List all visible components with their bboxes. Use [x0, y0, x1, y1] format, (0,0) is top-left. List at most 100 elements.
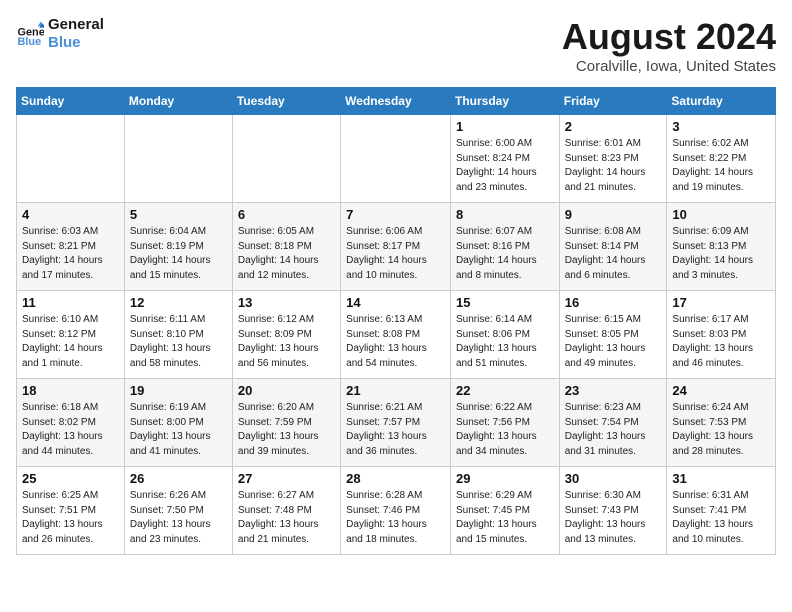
day-number: 24 [672, 383, 770, 398]
day-info: Sunrise: 6:23 AM Sunset: 7:54 PM Dayligh… [565, 401, 662, 459]
location: Coralville, Iowa, United States [562, 58, 776, 75]
day-number: 19 [130, 383, 227, 398]
calendar-cell: 2 Sunrise: 6:01 AM Sunset: 8:23 PM Daylig… [559, 115, 667, 203]
logo: General Blue General Blue [16, 16, 104, 52]
day-number: 17 [672, 295, 770, 310]
calendar-cell: 3 Sunrise: 6:02 AM Sunset: 8:22 PM Daylig… [667, 115, 776, 203]
weekday-header: Monday [124, 88, 232, 115]
day-info: Sunrise: 6:20 AM Sunset: 7:59 PM Dayligh… [238, 401, 335, 459]
calendar-cell: 5 Sunrise: 6:04 AM Sunset: 8:19 PM Daylig… [124, 203, 232, 291]
logo-line1: General [48, 16, 104, 34]
calendar-cell: 30Sunrise: 6:30 AM Sunset: 7:43 PM Dayli… [559, 467, 667, 555]
day-info: Sunrise: 6:12 AM Sunset: 8:09 PM Dayligh… [238, 313, 335, 371]
weekday-header: Friday [559, 88, 667, 115]
calendar-cell: 16 Sunrise: 6:15 AM Sunset: 8:05 PM Dayli… [559, 291, 667, 379]
weekday-header: Sunday [17, 88, 125, 115]
day-number: 6 [238, 207, 335, 222]
day-info: Sunrise: 6:02 AM Sunset: 8:22 PM Dayligh… [672, 137, 770, 195]
day-info: Sunrise: 6:10 AM Sunset: 8:12 PM Dayligh… [22, 313, 119, 371]
day-number: 8 [456, 207, 554, 222]
day-info: Sunrise: 6:25 AM Sunset: 7:51 PM Dayligh… [22, 489, 119, 547]
day-number: 7 [346, 207, 445, 222]
calendar-cell [341, 115, 451, 203]
calendar-cell: 26Sunrise: 6:26 AM Sunset: 7:50 PM Dayli… [124, 467, 232, 555]
day-number: 25 [22, 471, 119, 486]
svg-text:Blue: Blue [18, 36, 42, 48]
calendar-cell: 6 Sunrise: 6:05 AM Sunset: 8:18 PM Daylig… [232, 203, 340, 291]
calendar-cell: 25 Sunrise: 6:25 AM Sunset: 7:51 PM Dayli… [17, 467, 125, 555]
calendar-header-row: SundayMondayTuesdayWednesdayThursdayFrid… [17, 88, 776, 115]
calendar-cell: 1Sunrise: 6:00 AM Sunset: 8:24 PM Daylig… [450, 115, 559, 203]
day-number: 4 [22, 207, 119, 222]
calendar-week-row: 18 Sunrise: 6:18 AM Sunset: 8:02 PM Dayli… [17, 379, 776, 467]
weekday-header: Wednesday [341, 88, 451, 115]
day-info: Sunrise: 6:26 AM Sunset: 7:50 PM Dayligh… [130, 489, 227, 547]
calendar-cell: 29 Sunrise: 6:29 AM Sunset: 7:45 PM Dayli… [450, 467, 559, 555]
logo-line2: Blue [48, 34, 104, 52]
weekday-header: Saturday [667, 88, 776, 115]
day-info: Sunrise: 6:09 AM Sunset: 8:13 PM Dayligh… [672, 225, 770, 283]
day-number: 3 [672, 119, 770, 134]
calendar-table: SundayMondayTuesdayWednesdayThursdayFrid… [16, 87, 776, 555]
day-number: 23 [565, 383, 662, 398]
weekday-header: Thursday [450, 88, 559, 115]
weekday-header: Tuesday [232, 88, 340, 115]
day-info: Sunrise: 6:18 AM Sunset: 8:02 PM Dayligh… [22, 401, 119, 459]
day-info: Sunrise: 6:15 AM Sunset: 8:05 PM Dayligh… [565, 313, 662, 371]
day-info: Sunrise: 6:11 AM Sunset: 8:10 PM Dayligh… [130, 313, 227, 371]
calendar-cell: 7 Sunrise: 6:06 AM Sunset: 8:17 PM Daylig… [341, 203, 451, 291]
calendar-cell: 9 Sunrise: 6:08 AM Sunset: 8:14 PM Daylig… [559, 203, 667, 291]
day-number: 31 [672, 471, 770, 486]
day-info: Sunrise: 6:21 AM Sunset: 7:57 PM Dayligh… [346, 401, 445, 459]
day-info: Sunrise: 6:05 AM Sunset: 8:18 PM Dayligh… [238, 225, 335, 283]
day-number: 13 [238, 295, 335, 310]
calendar-cell [17, 115, 125, 203]
calendar-cell: 13 Sunrise: 6:12 AM Sunset: 8:09 PM Dayli… [232, 291, 340, 379]
calendar-cell: 8Sunrise: 6:07 AM Sunset: 8:16 PM Daylig… [450, 203, 559, 291]
title-section: August 2024 Coralville, Iowa, United Sta… [562, 16, 776, 75]
calendar-week-row: 4 Sunrise: 6:03 AM Sunset: 8:21 PM Daylig… [17, 203, 776, 291]
day-number: 16 [565, 295, 662, 310]
day-info: Sunrise: 6:29 AM Sunset: 7:45 PM Dayligh… [456, 489, 554, 547]
calendar-cell [124, 115, 232, 203]
calendar-cell: 18 Sunrise: 6:18 AM Sunset: 8:02 PM Dayli… [17, 379, 125, 467]
day-info: Sunrise: 6:19 AM Sunset: 8:00 PM Dayligh… [130, 401, 227, 459]
day-info: Sunrise: 6:31 AM Sunset: 7:41 PM Dayligh… [672, 489, 770, 547]
day-number: 5 [130, 207, 227, 222]
day-number: 22 [456, 383, 554, 398]
day-number: 14 [346, 295, 445, 310]
calendar-cell: 24Sunrise: 6:24 AM Sunset: 7:53 PM Dayli… [667, 379, 776, 467]
day-number: 10 [672, 207, 770, 222]
day-number: 11 [22, 295, 119, 310]
day-info: Sunrise: 6:04 AM Sunset: 8:19 PM Dayligh… [130, 225, 227, 283]
calendar-week-row: 1Sunrise: 6:00 AM Sunset: 8:24 PM Daylig… [17, 115, 776, 203]
logo-icon: General Blue [16, 20, 44, 48]
day-info: Sunrise: 6:27 AM Sunset: 7:48 PM Dayligh… [238, 489, 335, 547]
day-info: Sunrise: 6:13 AM Sunset: 8:08 PM Dayligh… [346, 313, 445, 371]
day-info: Sunrise: 6:01 AM Sunset: 8:23 PM Dayligh… [565, 137, 662, 195]
day-info: Sunrise: 6:30 AM Sunset: 7:43 PM Dayligh… [565, 489, 662, 547]
day-info: Sunrise: 6:14 AM Sunset: 8:06 PM Dayligh… [456, 313, 554, 371]
calendar-cell: 19 Sunrise: 6:19 AM Sunset: 8:00 PM Dayli… [124, 379, 232, 467]
day-info: Sunrise: 6:06 AM Sunset: 8:17 PM Dayligh… [346, 225, 445, 283]
day-number: 15 [456, 295, 554, 310]
day-info: Sunrise: 6:22 AM Sunset: 7:56 PM Dayligh… [456, 401, 554, 459]
day-info: Sunrise: 6:08 AM Sunset: 8:14 PM Dayligh… [565, 225, 662, 283]
day-number: 27 [238, 471, 335, 486]
calendar-cell: 27 Sunrise: 6:27 AM Sunset: 7:48 PM Dayli… [232, 467, 340, 555]
day-info: Sunrise: 6:03 AM Sunset: 8:21 PM Dayligh… [22, 225, 119, 283]
calendar-cell: 4 Sunrise: 6:03 AM Sunset: 8:21 PM Daylig… [17, 203, 125, 291]
calendar-cell: 17 Sunrise: 6:17 AM Sunset: 8:03 PM Dayli… [667, 291, 776, 379]
calendar-cell: 28 Sunrise: 6:28 AM Sunset: 7:46 PM Dayli… [341, 467, 451, 555]
day-info: Sunrise: 6:17 AM Sunset: 8:03 PM Dayligh… [672, 313, 770, 371]
day-number: 18 [22, 383, 119, 398]
day-number: 12 [130, 295, 227, 310]
day-number: 28 [346, 471, 445, 486]
day-number: 2 [565, 119, 662, 134]
month-year: August 2024 [562, 16, 776, 58]
day-number: 9 [565, 207, 662, 222]
calendar-week-row: 11 Sunrise: 6:10 AM Sunset: 8:12 PM Dayli… [17, 291, 776, 379]
day-number: 29 [456, 471, 554, 486]
page-header: General Blue General Blue August 2024 Co… [16, 16, 776, 75]
day-info: Sunrise: 6:28 AM Sunset: 7:46 PM Dayligh… [346, 489, 445, 547]
